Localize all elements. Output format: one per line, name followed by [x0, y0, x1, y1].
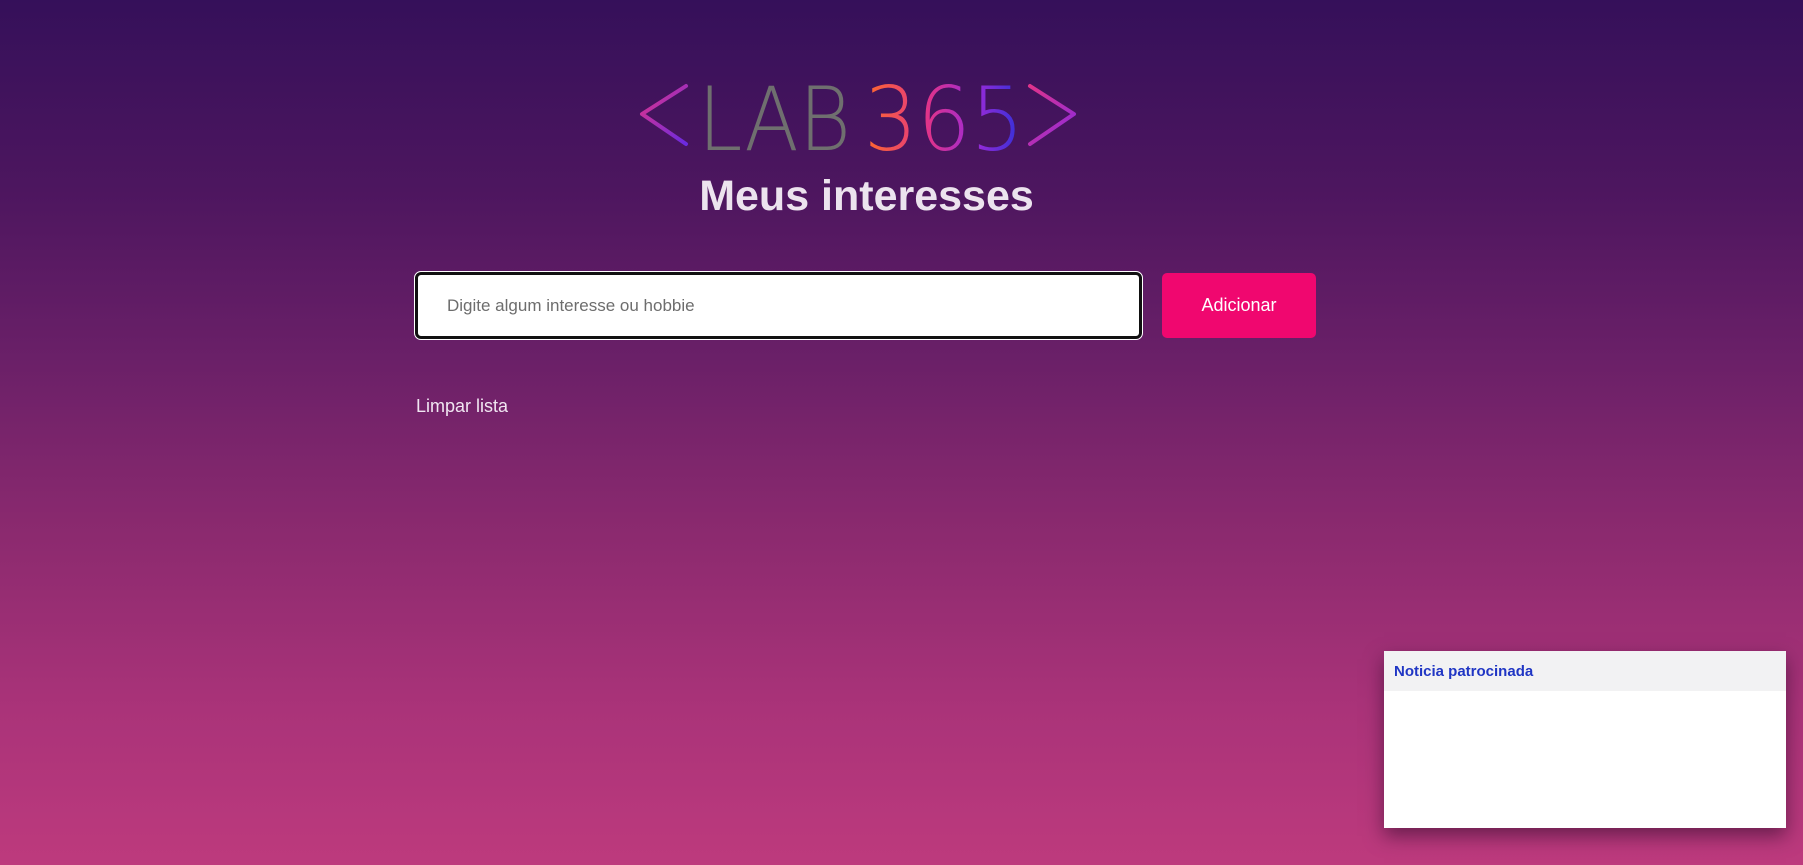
logo-text-365: 365	[864, 76, 1024, 156]
right-chevron-icon	[1028, 84, 1076, 146]
interest-input[interactable]	[414, 271, 1143, 340]
add-button[interactable]: Adicionar	[1162, 273, 1316, 338]
lab365-logo: LAB 365	[640, 76, 1076, 156]
sponsored-news-title: Noticia patrocinada	[1384, 651, 1786, 691]
clear-list-button[interactable]: Limpar lista	[416, 396, 508, 417]
sponsored-news-content	[1384, 691, 1786, 828]
left-chevron-icon	[640, 84, 688, 146]
page-title: Meus interesses	[699, 172, 1034, 220]
sponsored-news-panel: Noticia patrocinada	[1384, 651, 1786, 828]
logo-text-lab: LAB	[698, 76, 851, 156]
